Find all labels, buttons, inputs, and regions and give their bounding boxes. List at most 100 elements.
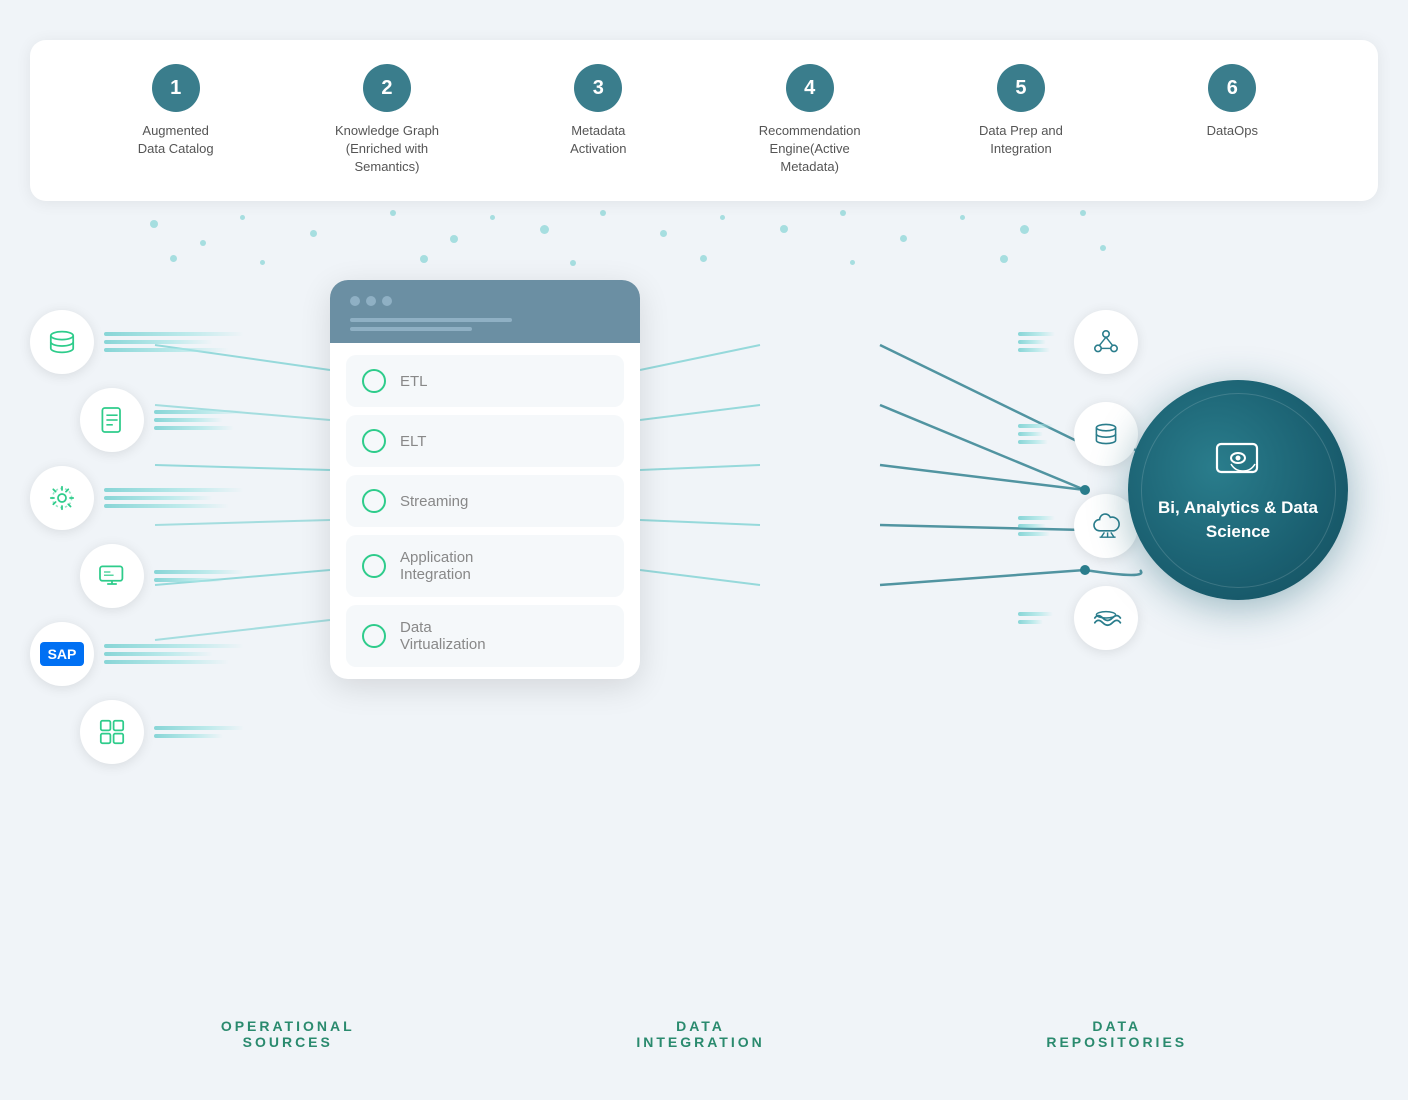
label-line2: SOURCES	[221, 1034, 355, 1050]
decor-dot	[700, 255, 707, 262]
connector-lines-right	[1018, 516, 1064, 536]
line-bar	[154, 570, 244, 574]
connector-lines	[104, 488, 260, 508]
line-bar	[1018, 516, 1055, 520]
line-bar	[1018, 532, 1050, 536]
top-item-label-3: MetadataActivation	[570, 122, 626, 158]
operational-sources: SAP	[30, 310, 260, 764]
radio-streaming[interactable]	[362, 489, 386, 513]
decor-dot	[490, 215, 495, 220]
line-bar	[154, 418, 223, 422]
line-bar	[1018, 424, 1053, 428]
line-bar	[1018, 440, 1048, 444]
radio-etl[interactable]	[362, 369, 386, 393]
bi-analytics-circle: Bi, Analytics & Data Science	[1128, 380, 1348, 600]
top-item-circle-3: 3	[574, 64, 622, 112]
decor-dot	[660, 230, 667, 237]
top-item-circle-4: 4	[786, 64, 834, 112]
line-bar	[104, 496, 213, 500]
elt-label: ELT	[400, 433, 426, 450]
sap-icon: SAP	[30, 622, 94, 686]
top-item-3: 3 MetadataActivation	[493, 64, 704, 158]
integration-item-etl[interactable]: ETL	[346, 355, 624, 407]
decor-dot	[450, 235, 458, 243]
header-line	[350, 318, 512, 322]
decor-dot	[900, 235, 907, 242]
grid-icon	[80, 700, 144, 764]
repo-network	[1018, 310, 1138, 374]
line-bar	[104, 644, 244, 648]
integration-item-data-virt[interactable]: DataVirtualization	[346, 605, 624, 667]
label-line1: DATA	[1046, 1018, 1187, 1034]
source-database	[30, 310, 260, 374]
line-bar	[104, 660, 229, 664]
document-icon	[80, 388, 144, 452]
repo-database	[1018, 402, 1138, 466]
top-item-circle-5: 5	[997, 64, 1045, 112]
decor-dot	[720, 215, 725, 220]
label-data-repositories: DATA REPOSITORIES	[1046, 1018, 1187, 1050]
bottom-labels: OPERATIONAL SOURCES DATA INTEGRATION DAT…	[0, 1018, 1408, 1050]
label-line1: OPERATIONAL	[221, 1018, 355, 1034]
integration-item-app-integration[interactable]: ApplicationIntegration	[346, 535, 624, 597]
decor-dot	[150, 220, 158, 228]
repo-cloud	[1018, 494, 1138, 558]
line-bar	[104, 340, 213, 344]
decor-dot	[1020, 225, 1029, 234]
top-item-1: 1 AugmentedData Catalog	[70, 64, 281, 158]
decor-dot	[260, 260, 265, 265]
label-line2: INTEGRATION	[636, 1034, 764, 1050]
connector-lines	[104, 332, 260, 352]
decor-dot	[1080, 210, 1086, 216]
source-grid	[80, 700, 260, 764]
line-bar	[1018, 432, 1043, 436]
decor-dot	[420, 255, 428, 263]
radio-data-virt[interactable]	[362, 624, 386, 648]
connector-lines-right	[1018, 424, 1064, 444]
decor-dot	[240, 215, 245, 220]
integration-item-streaming[interactable]: Streaming	[346, 475, 624, 527]
data-repositories	[1018, 310, 1138, 650]
line-bar	[1018, 348, 1050, 352]
line-bar	[104, 488, 244, 492]
sap-badge: SAP	[40, 642, 85, 666]
decor-dot	[1000, 255, 1008, 263]
decor-dot	[390, 210, 396, 216]
top-item-label-1: AugmentedData Catalog	[138, 122, 214, 158]
panel-header	[330, 280, 640, 343]
data-virt-label: DataVirtualization	[400, 619, 486, 653]
window-dot-yellow	[366, 296, 376, 306]
integration-item-elt[interactable]: ELT	[346, 415, 624, 467]
repo-database-icon	[1074, 402, 1138, 466]
radio-app-integration[interactable]	[362, 554, 386, 578]
top-item-label-2: Knowledge Graph(Enriched withSemantics)	[335, 122, 439, 177]
line-bar	[104, 652, 213, 656]
decor-dot	[310, 230, 317, 237]
source-document	[80, 388, 260, 452]
top-item-6: 6 DataOps	[1127, 64, 1338, 140]
app-integration-label: ApplicationIntegration	[400, 549, 473, 583]
monitor-icon	[80, 544, 144, 608]
main-container: 1 AugmentedData Catalog 2 Knowledge Grap…	[0, 0, 1408, 1100]
decor-dot	[600, 210, 606, 216]
decor-dot	[200, 240, 206, 246]
line-bar	[104, 332, 244, 336]
decor-dot	[170, 255, 177, 262]
repo-data-lake	[1018, 586, 1138, 650]
network-graph-icon	[1074, 310, 1138, 374]
line-bar	[1018, 612, 1053, 616]
source-settings	[30, 466, 260, 530]
header-line	[350, 327, 472, 331]
top-item-label-5: Data Prep andIntegration	[979, 122, 1063, 158]
connector-lines	[104, 644, 260, 664]
decor-dot	[1100, 245, 1106, 251]
decor-dot	[840, 210, 846, 216]
radio-elt[interactable]	[362, 429, 386, 453]
decor-dot	[850, 260, 855, 265]
top-item-label-4: RecommendationEngine(ActiveMetadata)	[759, 122, 861, 177]
data-lake-icon	[1074, 586, 1138, 650]
connector-lines	[154, 726, 260, 738]
line-bar	[1018, 340, 1046, 344]
panel-header-lines	[350, 318, 620, 331]
connector-lines-right	[1018, 332, 1064, 352]
